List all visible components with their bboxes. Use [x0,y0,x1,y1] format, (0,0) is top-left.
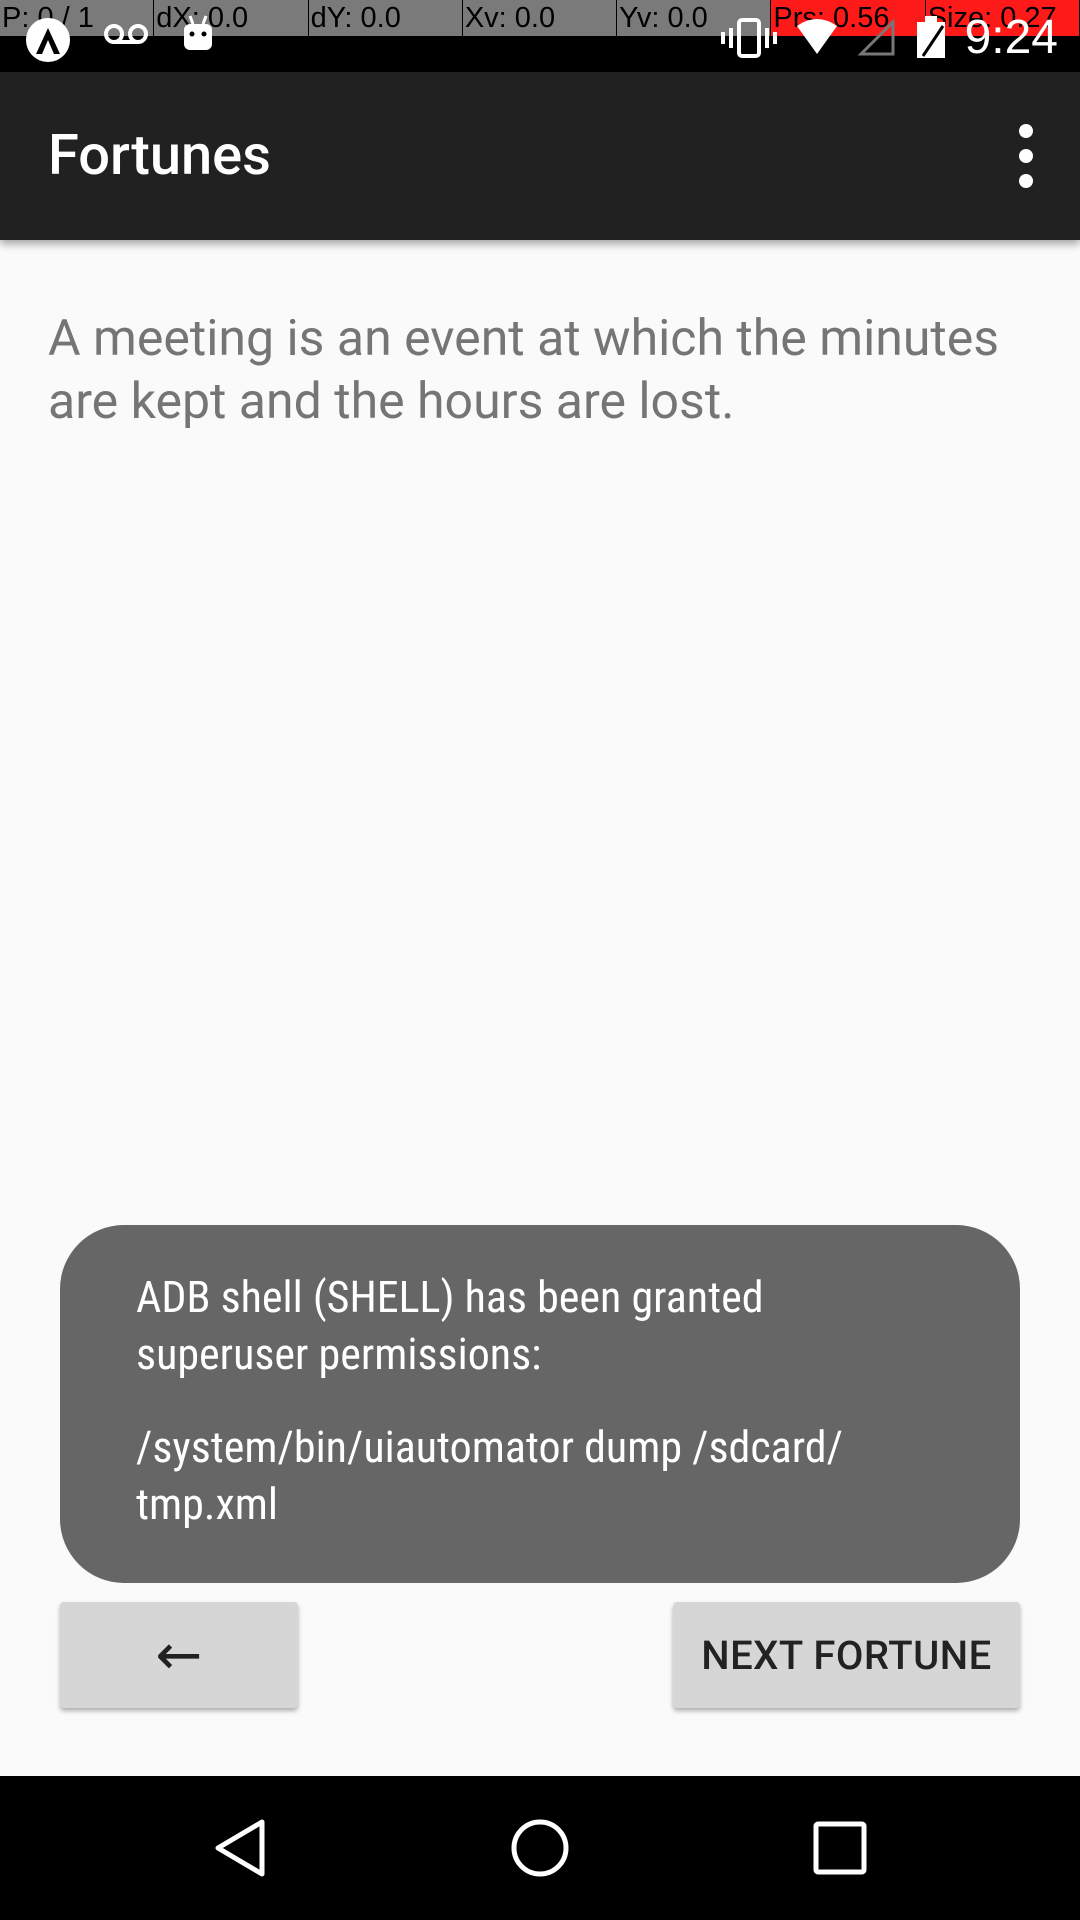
signal-icon [856,17,895,55]
back-triangle-icon[interactable] [190,1798,290,1898]
recents-square-icon[interactable] [790,1798,890,1898]
home-circle-icon[interactable] [490,1798,590,1898]
menu-dot [1019,149,1033,163]
notification-icons [22,14,218,62]
next-fortune-button[interactable]: NEXT FORTUNE [673,1602,1020,1708]
more-vert-icon[interactable] [1006,124,1046,188]
app-icon [26,18,70,62]
system-icons: 9:24 [720,10,1058,65]
clock: 9:24 [964,11,1058,64]
navigation-bar [0,1776,1080,1920]
toast-spacer [136,1383,950,1419]
previous-fortune-button[interactable]: ← [60,1602,298,1708]
fortune-text: A meeting is an event at which the minut… [48,310,1000,431]
android-icon [184,15,212,50]
toast-message: ADB shell (SHELL) has been granted super… [136,1271,764,1380]
voicemail-icon [104,24,148,44]
vibrate-icon [720,17,777,58]
menu-dot [1019,124,1033,138]
menu-dot [1019,174,1033,188]
app-title: Fortunes [48,122,271,188]
status-bar: P: 0 / 1 dX: 0.0 dY: 0.0 Xv: 0.0 Yv: 0.0… [0,0,1080,72]
debug-xv: Xv: 0.0 [463,0,618,36]
toast-command: /system/bin/uiautomator dump /sdcard/ tm… [136,1421,843,1530]
app-bar: Fortunes [0,72,1080,240]
wifi-icon [796,18,837,54]
superuser-toast: ADB shell (SHELL) has been granted super… [60,1225,1020,1583]
battery-icon [916,15,945,58]
debug-dy: dY: 0.0 [309,0,463,36]
